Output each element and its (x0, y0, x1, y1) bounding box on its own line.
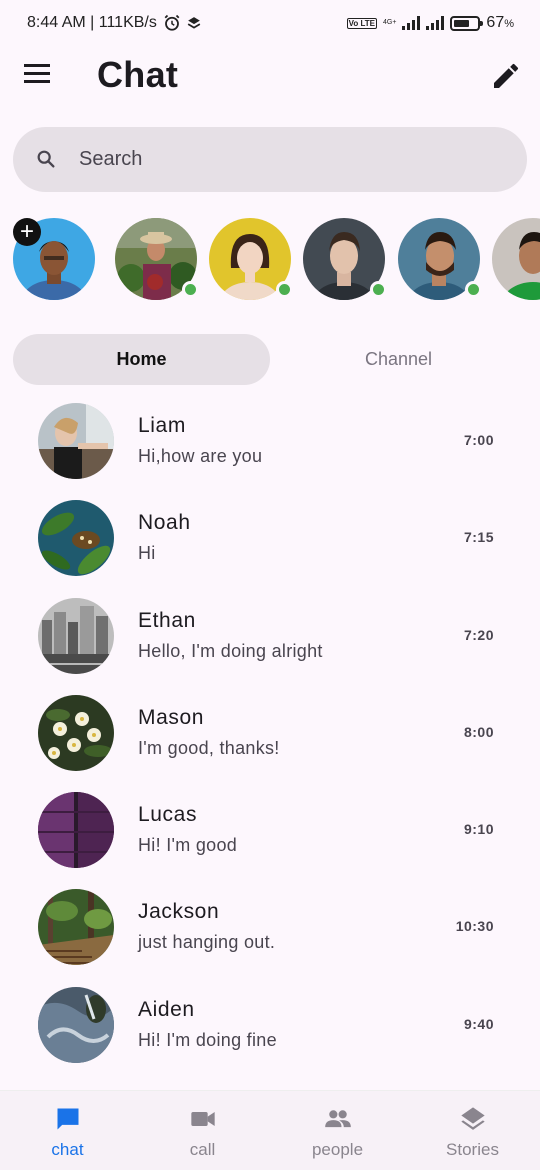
chat-row-lucas[interactable]: Lucas Hi! I'm good 9:10 (0, 780, 540, 877)
story-item[interactable] (303, 218, 387, 300)
avatar (38, 597, 114, 674)
chat-message: Hi! I'm good (138, 835, 238, 856)
avatar (38, 889, 114, 966)
edit-pencil-icon[interactable] (490, 60, 522, 92)
tab-channel[interactable]: Channel (270, 334, 527, 385)
chat-message: just hanging out. (138, 932, 276, 953)
search-bar[interactable] (13, 127, 527, 192)
app-bar: Chat (0, 46, 540, 106)
online-indicator (370, 281, 387, 298)
story-item[interactable] (492, 218, 540, 300)
nav-call[interactable]: call (135, 1091, 270, 1170)
chat-row-jackson[interactable]: Jackson just hanging out. 10:30 (0, 877, 540, 974)
nav-label: call (189, 1140, 216, 1159)
chat-message: Hi (138, 543, 156, 564)
stories-row: + (13, 218, 540, 302)
bottom-navigation: chat call people Stories (0, 1090, 540, 1170)
people-icon (324, 1110, 351, 1128)
chat-time: 9:40 (463, 1015, 494, 1032)
search-input[interactable] (79, 127, 499, 192)
search-icon (37, 150, 55, 168)
chat-name: Aiden (138, 997, 195, 1021)
online-indicator (276, 281, 293, 298)
chat-bubble-icon (57, 1108, 78, 1130)
story-my-story[interactable]: + (13, 218, 95, 300)
chat-list: Liam Hi,how are you 7:00 Noah Hi 7:15 Et… (0, 391, 540, 1072)
battery-icon (450, 15, 484, 31)
chat-time: 7:00 (463, 432, 494, 448)
avatar (38, 500, 114, 577)
tab-bar: Home Channel (13, 334, 527, 385)
tab-home[interactable]: Home (13, 334, 270, 385)
story-item[interactable] (209, 218, 293, 300)
chat-row-noah[interactable]: Noah Hi 7:15 (0, 488, 540, 585)
chat-name: Lucas (138, 803, 198, 827)
status-bar: 8:44 AM | 111KB/s Vo LTE 4G+ 67% (0, 0, 540, 46)
status-time: 8:44 AM | 111KB/s (27, 14, 157, 31)
chat-message: Hi,how are you (138, 446, 263, 466)
chat-name: Ethan (138, 608, 196, 632)
chat-time: 7:15 (463, 529, 494, 546)
avatar (38, 694, 114, 771)
online-indicator (465, 281, 482, 298)
nav-stories[interactable]: Stories (405, 1091, 540, 1170)
page-title: Chat (97, 54, 179, 95)
network-type: 4G+ (382, 19, 397, 26)
chat-message: I'm good, thanks! (138, 737, 280, 758)
chat-name: Liam (138, 414, 186, 437)
chat-message: Hello, I'm doing alright (138, 640, 323, 661)
avatar (38, 792, 114, 869)
nav-chat[interactable]: chat (0, 1091, 135, 1170)
add-story-button[interactable]: + (13, 218, 41, 246)
layers-icon (460, 1107, 485, 1130)
chat-time: 8:00 (463, 723, 494, 740)
nav-label: Stories (446, 1140, 499, 1159)
nav-label: chat (51, 1140, 84, 1159)
story-item[interactable] (398, 218, 482, 300)
signal-icon-2 (426, 16, 445, 30)
avatar (38, 986, 114, 1063)
chat-row-mason[interactable]: Mason I'm good, thanks! 8:00 (0, 683, 540, 780)
chat-message: Hi! I'm doing fine (138, 1029, 277, 1050)
chat-row-ethan[interactable]: Ethan Hello, I'm doing alright 7:20 (0, 586, 540, 683)
chat-name: Jackson (138, 900, 220, 924)
video-camera-icon (190, 1112, 215, 1126)
volte-badge: Vo LTE (346, 17, 377, 29)
avatar (38, 403, 114, 479)
nav-people[interactable]: people (270, 1091, 405, 1170)
online-indicator (182, 281, 199, 298)
stack-icon (187, 17, 201, 29)
chat-name: Mason (138, 705, 205, 729)
battery-level: 67% (486, 14, 514, 31)
alarm-icon (164, 14, 180, 31)
menu-icon[interactable] (24, 64, 52, 88)
story-item[interactable] (115, 218, 199, 300)
nav-label: people (311, 1140, 364, 1159)
chat-time: 7:20 (463, 626, 494, 643)
chat-name: Noah (138, 511, 191, 535)
chat-row-aiden[interactable]: Aiden Hi! I'm doing fine 9:40 (0, 975, 540, 1072)
chat-row-liam[interactable]: Liam Hi,how are you 7:00 (0, 391, 540, 488)
signal-icon (402, 16, 421, 30)
chat-time: 9:10 (463, 821, 494, 838)
chat-time: 10:30 (455, 918, 494, 935)
